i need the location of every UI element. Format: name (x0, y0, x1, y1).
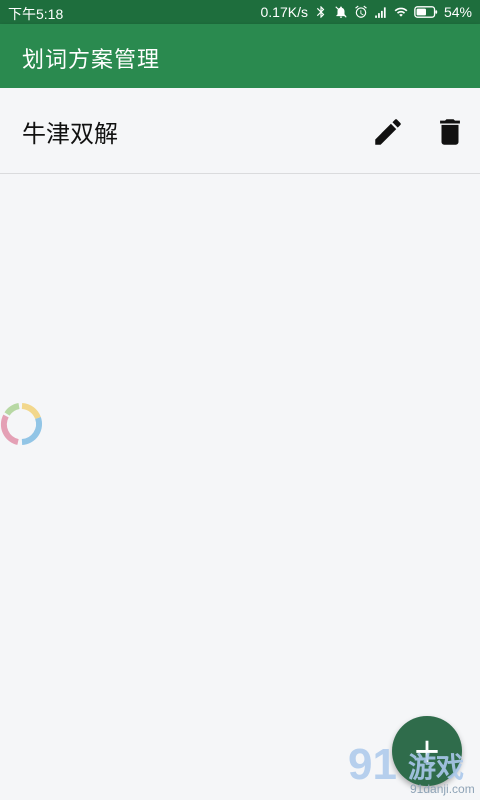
app-bar: 划词方案管理 (0, 24, 480, 88)
page-title: 划词方案管理 (22, 48, 161, 73)
edit-button[interactable] (368, 112, 408, 152)
delete-button[interactable] (430, 112, 470, 152)
status-icons: 0.17K/s 54% (260, 4, 472, 20)
mute-icon (335, 6, 347, 18)
watermark: 91 游戏 91danji.com (348, 740, 480, 800)
alarm-icon (355, 5, 367, 18)
watermark-url: 91danji.com (410, 782, 475, 796)
status-time: 下午5:18 (8, 6, 64, 22)
watermark-text: 游戏 (408, 751, 465, 784)
delete-icon (440, 119, 460, 145)
loading-spinner-icon (0, 403, 43, 445)
edit-icon (375, 119, 401, 145)
battery-level: 54% (443, 4, 472, 20)
battery-icon (414, 6, 438, 18)
list-item[interactable]: 牛津双解 (0, 88, 480, 174)
wifi-icon (394, 7, 408, 17)
bluetooth-icon (316, 6, 325, 18)
watermark-number: 91 (348, 740, 397, 789)
network-speed: 0.17K/s (260, 4, 308, 20)
list-item-label: 牛津双解 (22, 120, 118, 148)
status-bar: 下午5:18 0.17K/s 54% (0, 0, 480, 24)
signal-icon (375, 7, 386, 18)
